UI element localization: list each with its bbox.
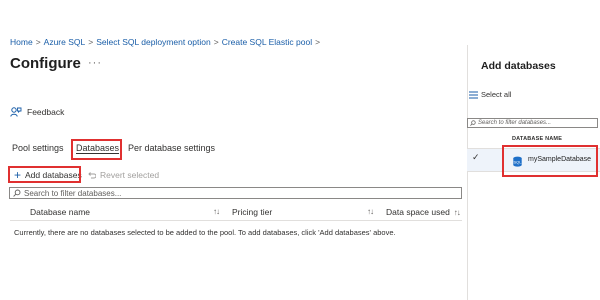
database-row-highlight	[502, 145, 598, 177]
column-header-pricing-tier[interactable]: Pricing tier	[232, 207, 272, 217]
column-header-database-name[interactable]: Database name	[30, 207, 90, 217]
sort-arrows: ↑↓	[213, 207, 220, 216]
revert-selected-button[interactable]: Revert selected	[87, 170, 159, 180]
breadcrumb-separator: >	[88, 37, 94, 47]
sort-arrows: ↑↓	[367, 207, 374, 216]
select-all-icon	[469, 91, 478, 98]
select-all-label: Select all	[481, 90, 512, 99]
feedback-icon	[10, 107, 22, 117]
search-icon	[470, 120, 476, 126]
panel-title: Add databases	[481, 60, 556, 72]
column-label: Pricing tier	[232, 207, 273, 217]
panel-column-header: DATABASE NAME	[512, 136, 563, 142]
page-title: Configure	[10, 55, 81, 72]
search-icon	[13, 189, 21, 197]
checkmark-icon[interactable]: ✓	[472, 152, 480, 163]
feedback-button[interactable]: Feedback	[10, 107, 64, 117]
filter-placeholder: Search to filter databases...	[24, 188, 122, 198]
empty-table-message: Currently, there are no databases select…	[14, 228, 396, 237]
sort-icon[interactable]: ↑↓	[213, 207, 220, 216]
sort-icon[interactable]: ↑↓	[367, 207, 374, 216]
feedback-label: Feedback	[27, 107, 65, 117]
breadcrumb-create-pool[interactable]: Create SQL Elastic pool	[222, 37, 312, 47]
column-header-data-space-used[interactable]: Data space used ↑↓	[386, 207, 461, 217]
column-label: Database name	[30, 207, 91, 217]
breadcrumb-select-deployment[interactable]: Select SQL deployment option	[96, 37, 211, 47]
database-filter-input[interactable]: Search to filter databases...	[9, 187, 462, 199]
breadcrumb-separator: >	[35, 37, 41, 47]
breadcrumb-separator: >	[213, 37, 219, 47]
panel-filter-input[interactable]: Search to filter databases...	[467, 118, 598, 128]
more-options-button[interactable]: ···	[88, 57, 102, 69]
tab-pool-settings[interactable]: Pool settings	[12, 143, 64, 153]
breadcrumb: Home > Azure SQL > Select SQL deployment opt…	[10, 37, 323, 47]
breadcrumb-home[interactable]: Home	[10, 37, 33, 47]
column-label: Data space used	[386, 207, 450, 217]
revert-selected-label: Revert selected	[100, 170, 160, 180]
panel-filter-placeholder: Search to filter databases...	[478, 120, 552, 126]
breadcrumb-azure-sql[interactable]: Azure SQL	[44, 37, 86, 47]
breadcrumb-separator: >	[315, 37, 321, 47]
select-all-button[interactable]: Select all	[469, 90, 511, 99]
sort-icon[interactable]: ↑↓	[454, 208, 461, 217]
databases-tab-highlight	[71, 139, 122, 160]
revert-icon	[88, 171, 96, 178]
tab-per-database-settings[interactable]: Per database settings	[128, 143, 215, 153]
add-databases-highlight	[8, 166, 81, 183]
table-header: Database name ↑↓ Pricing tier ↑↓ Data sp…	[10, 205, 462, 221]
